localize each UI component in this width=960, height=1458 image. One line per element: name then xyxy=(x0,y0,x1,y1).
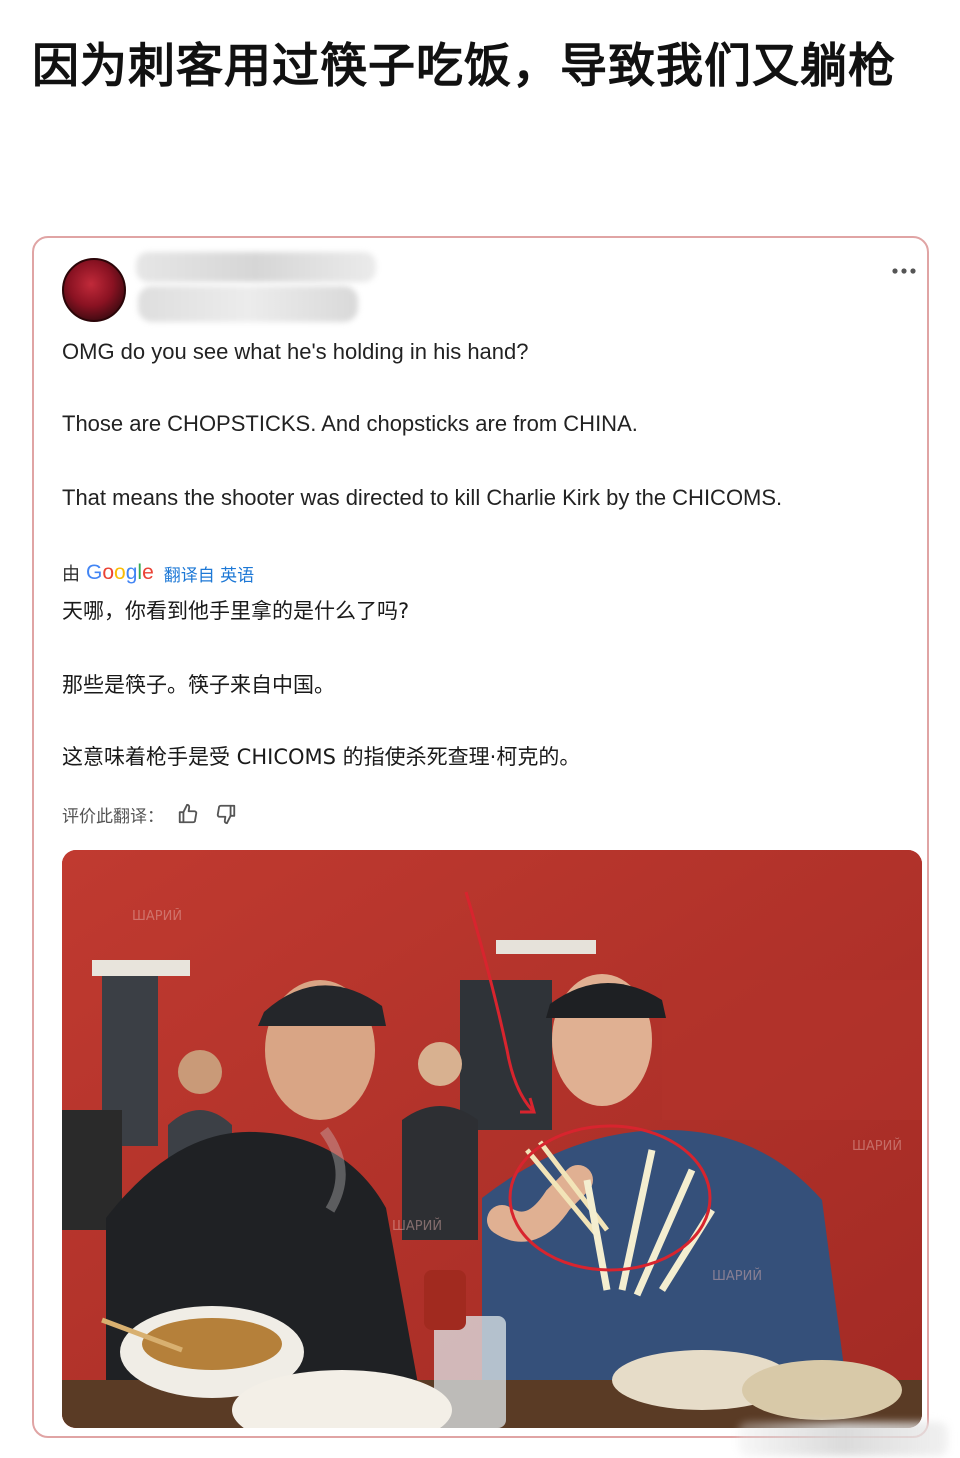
platform-watermark-blur xyxy=(738,1422,948,1456)
original-text-line-1: OMG do you see what he's holding in his … xyxy=(62,339,529,364)
rate-translation-label: 评价此翻译： xyxy=(62,806,164,827)
watermark-text-3: ШАРИЙ xyxy=(392,1218,442,1234)
watermark-text-4: ШАРИЙ xyxy=(852,1138,902,1154)
translated-line-2: 那些是筷子。筷子来自中国。 xyxy=(62,673,335,697)
headline: 因为刺客用过筷子吃饭，导致我们又躺枪 xyxy=(32,39,896,94)
thumbs-up-icon[interactable] xyxy=(174,800,202,828)
original-text-line-3: That means the shooter was directed to k… xyxy=(62,485,783,510)
thumbs-down-icon[interactable] xyxy=(212,800,240,828)
translated-line-1: 天哪，你看到他手里拿的是什么了吗? xyxy=(62,599,410,623)
google-logo: Google xyxy=(86,561,154,584)
original-text-line-2: Those are CHOPSTICKS. And chopsticks are… xyxy=(62,411,638,436)
avatar[interactable] xyxy=(62,258,126,322)
more-options-icon[interactable] xyxy=(891,256,917,281)
attached-photo[interactable]: ШАРИЙ ШАРИЙ ШАРИЙ ШАРИЙ xyxy=(62,850,922,1428)
translated-by-label: 由 xyxy=(62,564,80,585)
translated-from-link[interactable]: 翻译自 英语 xyxy=(164,561,254,586)
watermark-text-2: ШАРИЙ xyxy=(712,1268,762,1284)
post-card: OMG do you see what he's holding in his … xyxy=(32,236,929,1438)
blurred-username xyxy=(136,252,376,282)
rate-translation-row: 评价此翻译： xyxy=(62,800,240,828)
translation-attribution: 由 Google 翻译自 英语 xyxy=(62,560,254,586)
watermark-text-1: ШАРИЙ xyxy=(132,908,182,924)
blurred-handle xyxy=(138,286,358,322)
photo-scene: ШАРИЙ ШАРИЙ ШАРИЙ ШАРИЙ xyxy=(62,850,922,1428)
translated-line-3: 这意味着枪手是受 CHICOMS 的指使杀死查理·柯克的。 xyxy=(62,745,581,769)
